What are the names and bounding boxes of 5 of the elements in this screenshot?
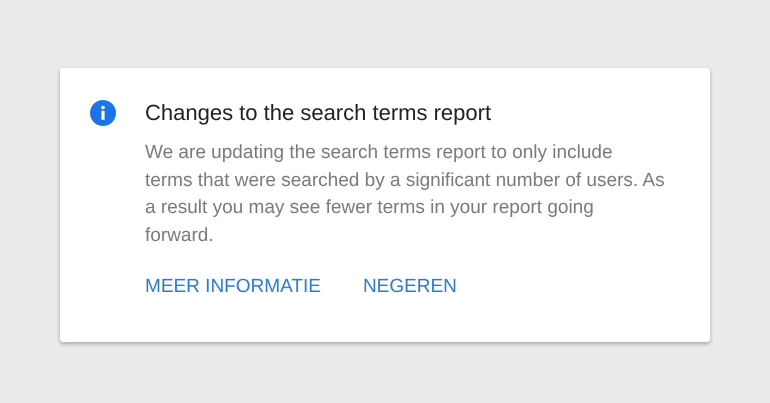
info-icon (90, 100, 116, 126)
dialog-title: Changes to the search terms report (145, 99, 492, 127)
action-button[interactable]: MEER INFORMATIE (145, 275, 321, 299)
dialog-message: We are updating the search terms report to only include terms that were searched by a significant number of users. As a result you may see fewer terms in your report going forward. (145, 141, 665, 248)
action-button[interactable]: NEGEREN (362, 275, 457, 299)
